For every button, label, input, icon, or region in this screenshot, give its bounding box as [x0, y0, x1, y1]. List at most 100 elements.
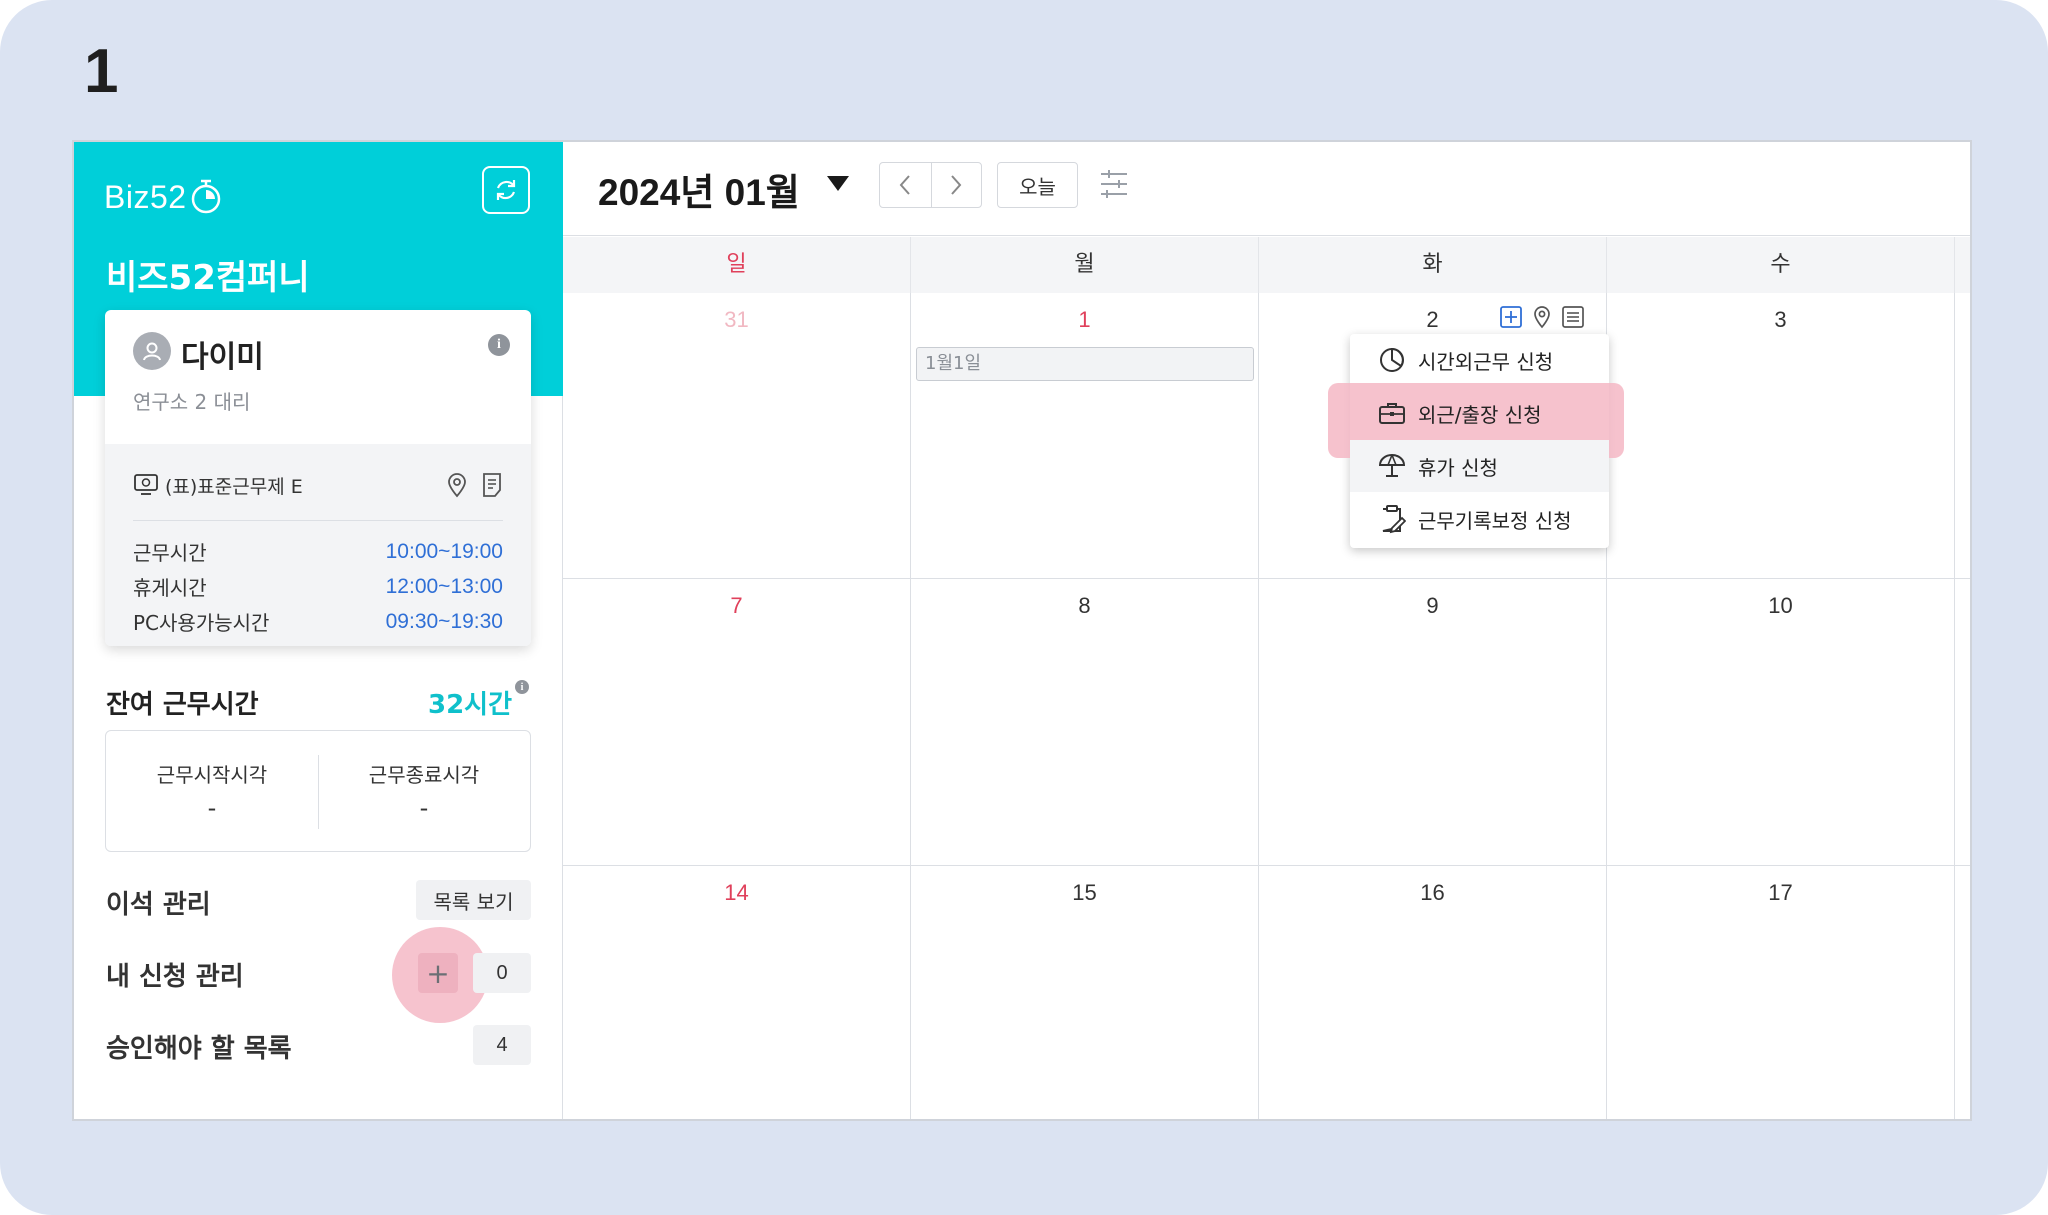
day-number: 10: [1768, 593, 1793, 618]
day-cell[interactable]: 8: [911, 579, 1259, 865]
step-number: 1: [84, 37, 119, 106]
day-actions: [1499, 305, 1585, 329]
menu-item-outside-work[interactable]: 외근/출장 신청: [1350, 387, 1609, 439]
my-requests-count[interactable]: 0: [473, 953, 531, 993]
menu-item-vacation[interactable]: 휴가 신청: [1350, 440, 1609, 492]
schedule-row: (표)표준근무제 E: [133, 470, 503, 500]
view-list-button[interactable]: 목록 보기: [416, 880, 531, 920]
day-number: 1: [1078, 307, 1091, 332]
day-number: 7: [730, 593, 743, 618]
menu-item-overtime[interactable]: 시간외근무 신청: [1350, 334, 1609, 386]
time-value: 12:00~13:00: [385, 574, 503, 598]
day-number: 17: [1768, 880, 1793, 905]
menu-item-label: 시간외근무 신청: [1418, 349, 1554, 374]
weekday-wed: 수: [1607, 237, 1955, 293]
away-management-label: 이석 관리: [106, 890, 211, 920]
profile-card: 다이미 i 연구소 2 대리 (표)표준근무제 E 근무시간 10:00~19:…: [105, 310, 531, 646]
stopwatch-icon: [191, 179, 220, 214]
time-row-break: 휴게시간 12:00~13:00: [133, 569, 503, 604]
info-icon[interactable]: i: [488, 334, 510, 356]
week-row: 7 8 9 10: [563, 579, 1970, 866]
briefcase-icon: [1379, 403, 1405, 424]
avatar: [133, 332, 171, 370]
list-document-icon[interactable]: [1561, 305, 1585, 329]
location-pin-icon[interactable]: [445, 472, 469, 498]
day-number: 9: [1426, 593, 1439, 618]
company-name: 비즈52컴퍼니: [106, 258, 310, 298]
plus-square-icon[interactable]: [1499, 305, 1523, 329]
calendar-toolbar: 2024년 01월 오늘: [563, 142, 1970, 236]
work-start-value: -: [207, 794, 217, 822]
weekday-header: 일 월 화 수: [563, 237, 1970, 293]
day-cell[interactable]: 31: [563, 293, 911, 578]
time-row-work: 근무시간 10:00~19:00: [133, 534, 503, 569]
prev-month-button[interactable]: [880, 163, 931, 207]
day-number: 31: [724, 307, 749, 332]
approvals-count[interactable]: 4: [473, 1025, 531, 1065]
caret-down-icon[interactable]: [827, 176, 849, 191]
document-icon[interactable]: [481, 472, 503, 498]
work-start-label: 근무시작시각: [156, 763, 268, 787]
day-cell[interactable]: 3: [1607, 293, 1955, 578]
filter-sliders-icon[interactable]: [1099, 168, 1129, 200]
menu-item-label: 휴가 신청: [1418, 455, 1498, 480]
time-value: 10:00~19:00: [385, 539, 503, 563]
day-cell[interactable]: 10: [1607, 579, 1955, 865]
chevron-right-icon: [951, 175, 962, 195]
monitor-icon: [134, 474, 158, 495]
day-number: 8: [1078, 593, 1091, 618]
schedule-times: 근무시간 10:00~19:00 휴게시간 12:00~13:00 PC사용가능…: [133, 534, 503, 639]
info-icon[interactable]: i: [515, 680, 529, 694]
time-label: PC사용가능시간: [133, 611, 270, 635]
day-number: 15: [1072, 880, 1097, 905]
day-cell[interactable]: 16: [1259, 866, 1607, 1119]
umbrella-icon: [1378, 454, 1406, 477]
day-cell[interactable]: 14: [563, 866, 911, 1119]
month-nav: [879, 162, 982, 208]
logo-text: Biz52: [104, 178, 187, 215]
menu-item-record-correction[interactable]: 근무기록보정 신청: [1350, 493, 1609, 545]
day-cell[interactable]: 7: [563, 579, 911, 865]
next-month-button[interactable]: [930, 163, 982, 207]
day-cell[interactable]: 15: [911, 866, 1259, 1119]
refresh-icon: [496, 180, 516, 200]
schedule-actions: [445, 472, 503, 498]
time-row-pc: PC사용가능시간 09:30~19:30: [133, 604, 503, 639]
weekday-mon: 월: [911, 237, 1259, 293]
day-cell[interactable]: 17: [1607, 866, 1955, 1119]
day-number: 14: [724, 880, 749, 905]
work-end-value: -: [419, 794, 429, 822]
profile-header: 다이미 i 연구소 2 대리: [105, 310, 531, 444]
today-button[interactable]: 오늘: [997, 162, 1078, 208]
schedule-name: (표)표준근무제 E: [165, 475, 303, 498]
schedule-panel: (표)표준근무제 E 근무시간 10:00~19:00 휴게시간 12:00~1…: [105, 444, 531, 646]
brand-logo: Biz52: [104, 178, 223, 216]
remaining-hours-value: 32시간: [428, 690, 513, 720]
app-window: Biz52 비즈52컴퍼니 다이미 i 연구소 2 대리 (표)표준근무제 E …: [72, 140, 1972, 1121]
day-cell[interactable]: 1 1월1일: [911, 293, 1259, 578]
time-label: 휴게시간: [133, 576, 207, 600]
month-title[interactable]: 2024년 01월: [598, 162, 800, 216]
user-icon: [143, 342, 161, 361]
refresh-button[interactable]: [482, 166, 530, 214]
user-name: 다이미: [181, 340, 264, 375]
divider: [133, 520, 503, 521]
menu-item-label: 외근/출장 신청: [1418, 402, 1542, 427]
day-number: 3: [1774, 307, 1787, 332]
day-number: 16: [1420, 880, 1445, 905]
clock-pie-icon: [1380, 347, 1404, 372]
time-label: 근무시간: [133, 541, 207, 565]
week-row: 31 1 1월1일 2 3: [563, 293, 1970, 579]
approvals-label: 승인해야 할 목록: [106, 1034, 292, 1064]
location-pin-icon[interactable]: [1531, 305, 1553, 329]
remaining-hours-label: 잔여 근무시간: [106, 690, 259, 720]
weekday-sun: 일: [563, 237, 911, 293]
day-cell[interactable]: 9: [1259, 579, 1607, 865]
work-start: 근무시작시각 -: [106, 759, 318, 822]
user-department: 연구소 2 대리: [133, 390, 251, 414]
add-request-button[interactable]: +: [418, 953, 458, 993]
sidebar: Biz52 비즈52컴퍼니 다이미 i 연구소 2 대리 (표)표준근무제 E …: [74, 142, 563, 1119]
time-value: 09:30~19:30: [385, 609, 503, 633]
calendar: 2024년 01월 오늘 일 월 화 수 31 1 1월1일 2 3 7 8 9…: [563, 142, 1970, 1119]
work-end: 근무종료시각 -: [318, 759, 530, 822]
